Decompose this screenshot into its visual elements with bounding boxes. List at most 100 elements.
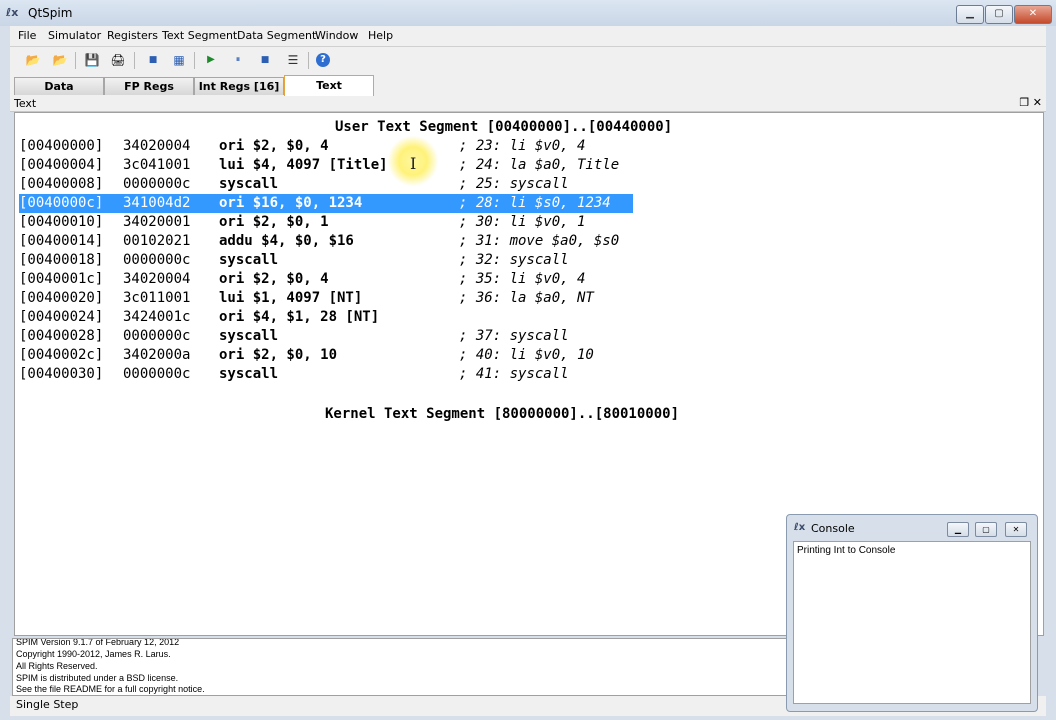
- console-output: Printing Int to Console: [797, 545, 896, 556]
- maximize-button[interactable]: ▢: [985, 5, 1013, 24]
- single-step-icon[interactable]: ☰: [284, 51, 302, 69]
- line-address: [00400008]: [19, 176, 104, 192]
- reinitialize-icon[interactable]: ▦: [170, 51, 188, 69]
- kernel-text-segment-header: Kernel Text Segment [80000000]..[8001000…: [325, 406, 680, 422]
- line-address: [00400010]: [19, 214, 104, 230]
- code-line[interactable]: [00400020] 3c011001 lui $1, 4097 [NT] ; …: [19, 289, 1039, 308]
- code-line[interactable]: [00400000] 34020004 ori $2, $0, 4 ; 23: …: [19, 137, 1039, 156]
- console-minimize-button[interactable]: ▁: [947, 522, 969, 537]
- menu-registers[interactable]: Registers: [107, 29, 158, 42]
- line-instruction: ori $4, $1, 28 [NT]: [219, 309, 380, 325]
- toolbar-separator: [75, 52, 76, 69]
- line-hex: 3c011001: [123, 290, 191, 306]
- line-hex: 34020001: [123, 214, 191, 230]
- toolbar-separator: [134, 52, 135, 69]
- line-hex: 3c041001: [123, 157, 191, 173]
- run-icon[interactable]: ▶: [202, 51, 220, 69]
- menu-simulator[interactable]: Simulator: [48, 29, 101, 42]
- menu-file[interactable]: File: [18, 29, 36, 42]
- minimize-button[interactable]: ▁: [956, 5, 984, 24]
- line-hex: 0000000c: [123, 366, 191, 382]
- line-hex: 34020004: [123, 138, 191, 154]
- reload-icon[interactable]: 📂: [51, 51, 69, 69]
- dock-title: Text: [14, 97, 37, 110]
- line-address: [0040002c]: [19, 347, 104, 363]
- pause-icon[interactable]: ⏸: [229, 51, 247, 69]
- help-icon[interactable]: ?: [316, 53, 330, 67]
- console-close-button[interactable]: ✕: [1005, 522, 1027, 537]
- code-line[interactable]: [00400010] 34020001 ori $2, $0, 1 ; 30: …: [19, 213, 1039, 232]
- line-instruction: ori $2, $0, 10: [219, 347, 338, 363]
- line-instruction: syscall: [219, 366, 279, 382]
- tab-data[interactable]: Data: [14, 77, 104, 95]
- line-hex: 34020004: [123, 271, 191, 287]
- menu-help[interactable]: Help: [368, 29, 393, 42]
- line-hex: 0000000c: [123, 252, 191, 268]
- line-address: [0040001c]: [19, 271, 104, 287]
- console-maximize-button[interactable]: ▢: [975, 522, 997, 537]
- code-line[interactable]: [00400014] 00102021 addu $4, $0, $16 ; 3…: [19, 232, 1039, 251]
- open-icon[interactable]: 📂: [24, 51, 42, 69]
- line-comment: ; 30: li $v0, 1: [459, 214, 586, 230]
- tab-text[interactable]: Text: [284, 75, 374, 96]
- stop-icon[interactable]: ■: [256, 51, 274, 69]
- line-comment: ; 31: move $a0, $s0: [459, 233, 620, 249]
- line-instruction: lui $4, 4097 [Title]: [219, 157, 388, 173]
- line-comment: ; 28: li $s0, 1234: [459, 195, 611, 211]
- code-line[interactable]: [00400004] 3c041001 lui $4, 4097 [Title]…: [19, 156, 1039, 175]
- code-line[interactable]: [0040002c] 3402000a ori $2, $0, 10 ; 40:…: [19, 346, 1039, 365]
- text-cursor-icon: I: [410, 154, 417, 173]
- qtspim-app-icon: ℓx: [6, 6, 19, 19]
- menu-window[interactable]: Window: [315, 29, 358, 42]
- code-line-selected[interactable]: [0040000c] 341004d2 ori $16, $0, 1234 ; …: [19, 194, 633, 213]
- line-instruction: ori $16, $0, 1234: [219, 195, 363, 211]
- line-instruction: ori $2, $0, 4: [219, 271, 329, 287]
- line-instruction: lui $1, 4097 [NT]: [219, 290, 363, 306]
- close-button[interactable]: ✕: [1014, 5, 1052, 24]
- line-hex: 0000000c: [123, 176, 191, 192]
- line-comment: ; 32: syscall: [459, 252, 569, 268]
- save-icon[interactable]: 💾: [83, 51, 101, 69]
- tab-fp-regs[interactable]: FP Regs: [104, 77, 194, 95]
- message-line: SPIM Version 9.1.7 of February 12, 2012: [16, 638, 180, 647]
- line-comment: ; 25: syscall: [459, 176, 569, 192]
- menu-text-segment[interactable]: Text Segment: [162, 29, 237, 42]
- message-line: Copyright 1990-2012, James R. Larus.: [16, 649, 171, 659]
- tab-int-regs[interactable]: Int Regs [16]: [194, 77, 284, 95]
- line-address: [00400028]: [19, 328, 104, 344]
- print-icon[interactable]: 🖨: [109, 51, 127, 69]
- toolbar-separator: [308, 52, 309, 69]
- dock-float-icon[interactable]: ❐: [1019, 96, 1029, 109]
- line-address: [00400004]: [19, 157, 104, 173]
- code-line[interactable]: [00400018] 0000000c syscall ; 32: syscal…: [19, 251, 1039, 270]
- menu-data-segment[interactable]: Data Segment: [237, 29, 316, 42]
- line-comment: ; 41: syscall: [459, 366, 569, 382]
- clear-registers-icon[interactable]: ■: [144, 51, 162, 69]
- menu-bar: File Simulator Registers Text Segment Da…: [10, 26, 1046, 47]
- console-output-area[interactable]: Printing Int to Console: [793, 541, 1031, 704]
- status-text: Single Step: [16, 698, 79, 711]
- line-instruction: ori $2, $0, 4: [219, 138, 329, 154]
- line-comment: ; 40: li $v0, 10: [459, 347, 594, 363]
- line-hex: 3424001c: [123, 309, 191, 325]
- line-instruction: syscall: [219, 252, 279, 268]
- line-comment: ; 35: li $v0, 4: [459, 271, 586, 287]
- code-line[interactable]: [0040001c] 34020004 ori $2, $0, 4 ; 35: …: [19, 270, 1039, 289]
- line-address: [0040000c]: [19, 195, 104, 211]
- line-hex: 341004d2: [123, 195, 191, 211]
- console-window[interactable]: ℓx Console ▁ ▢ ✕ Printing Int to Console: [786, 514, 1038, 712]
- code-line[interactable]: [00400028] 0000000c syscall ; 37: syscal…: [19, 327, 1039, 346]
- line-address: [00400000]: [19, 138, 104, 154]
- code-line[interactable]: [00400030] 0000000c syscall ; 41: syscal…: [19, 365, 1039, 384]
- line-instruction: ori $2, $0, 1: [219, 214, 329, 230]
- line-address: [00400014]: [19, 233, 104, 249]
- dock-close-icon[interactable]: ✕: [1033, 96, 1042, 109]
- line-hex: 0000000c: [123, 328, 191, 344]
- code-line[interactable]: [00400008] 0000000c syscall ; 25: syscal…: [19, 175, 1039, 194]
- line-address: [00400030]: [19, 366, 104, 382]
- message-line: See the file README for a full copyright…: [16, 684, 205, 694]
- messages-panel[interactable]: SPIM Version 9.1.7 of February 12, 2012 …: [12, 638, 788, 696]
- code-line[interactable]: [00400024] 3424001c ori $4, $1, 28 [NT]: [19, 308, 1039, 327]
- user-text-segment-header: User Text Segment [00400000]..[00440000]: [335, 119, 673, 135]
- message-line: SPIM is distributed under a BSD license.: [16, 673, 179, 683]
